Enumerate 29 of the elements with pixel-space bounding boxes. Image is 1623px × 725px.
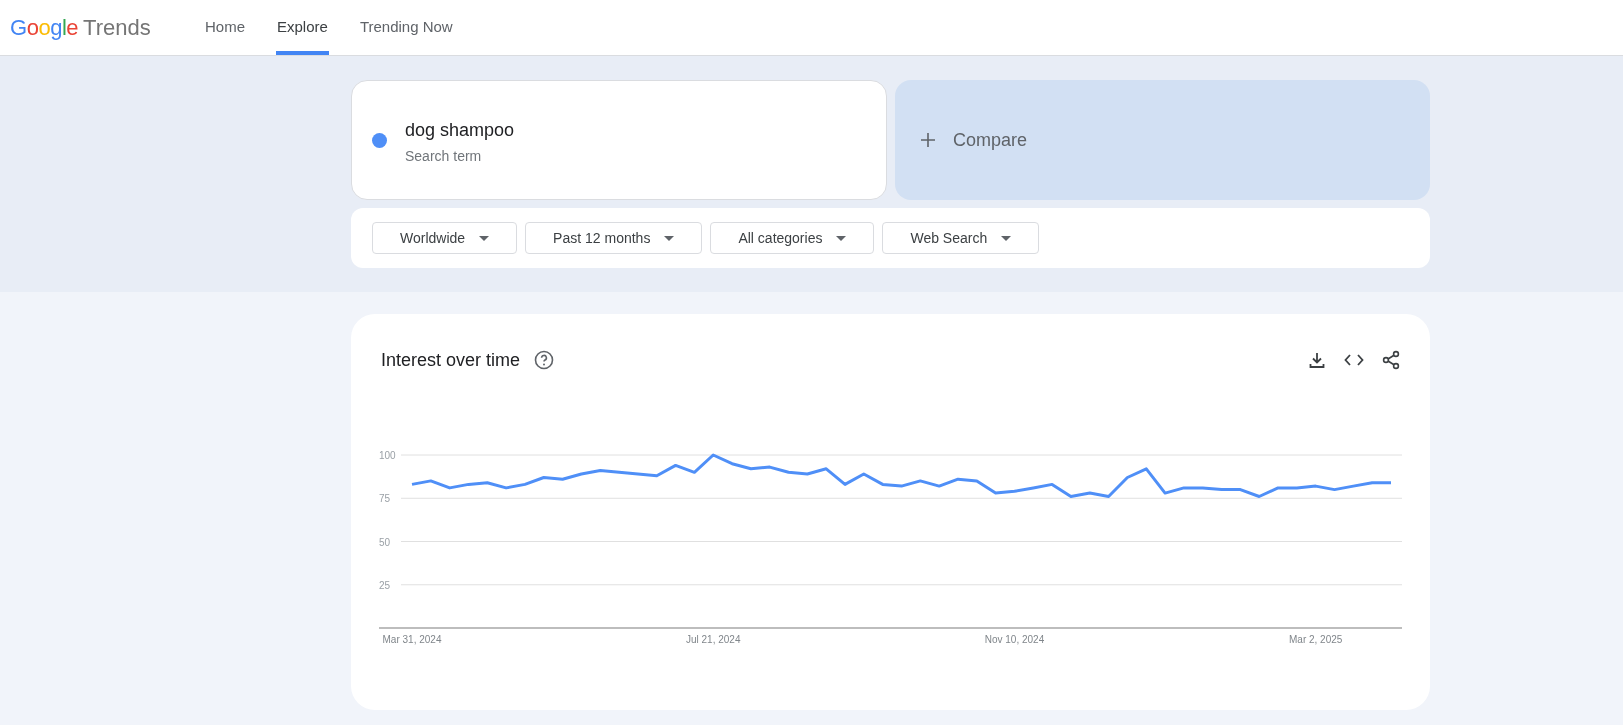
x-tick-label: Mar 2, 2025 — [1289, 634, 1343, 645]
caret-icon — [664, 235, 675, 241]
card-title: Interest over time — [381, 348, 521, 372]
search-term-subtitle: Search term — [405, 147, 483, 166]
y-tick-label: 50 — [379, 536, 391, 548]
caret-icon — [1001, 235, 1012, 241]
x-tick-label: Jul 21, 2024 — [686, 634, 741, 645]
caret-icon — [479, 235, 490, 241]
filter-dropdown[interactable]: All categories — [710, 222, 875, 254]
y-tick-label: 25 — [379, 579, 391, 591]
x-tick-label: Mar 31, 2024 — [382, 634, 442, 645]
caret-icon — [836, 235, 847, 241]
filter-dropdown[interactable]: Past 12 months — [525, 222, 703, 254]
plus-icon — [921, 133, 935, 147]
compare-button[interactable]: Compare — [895, 80, 1430, 200]
filter-dropdown[interactable]: Worldwide — [372, 222, 518, 254]
code-icon[interactable] — [1344, 353, 1364, 367]
download-icon[interactable] — [1308, 351, 1326, 369]
help-icon[interactable] — [534, 350, 555, 370]
x-tick-label: Nov 10, 2024 — [984, 634, 1045, 645]
y-tick-label: 75 — [379, 493, 391, 505]
share-icon[interactable] — [1382, 350, 1400, 370]
y-tick-label: 100 — [379, 450, 396, 461]
logo[interactable]: Google Trends — [0, 0, 180, 55]
filter-dropdown[interactable]: Web Search — [882, 222, 1040, 254]
nav-tab[interactable]: Trending Now — [358, 0, 454, 55]
nav-tab[interactable]: Home — [204, 0, 246, 55]
search-term: dog shampoo — [405, 119, 515, 142]
search-term-card[interactable]: dog shampoo Search term — [351, 80, 887, 200]
